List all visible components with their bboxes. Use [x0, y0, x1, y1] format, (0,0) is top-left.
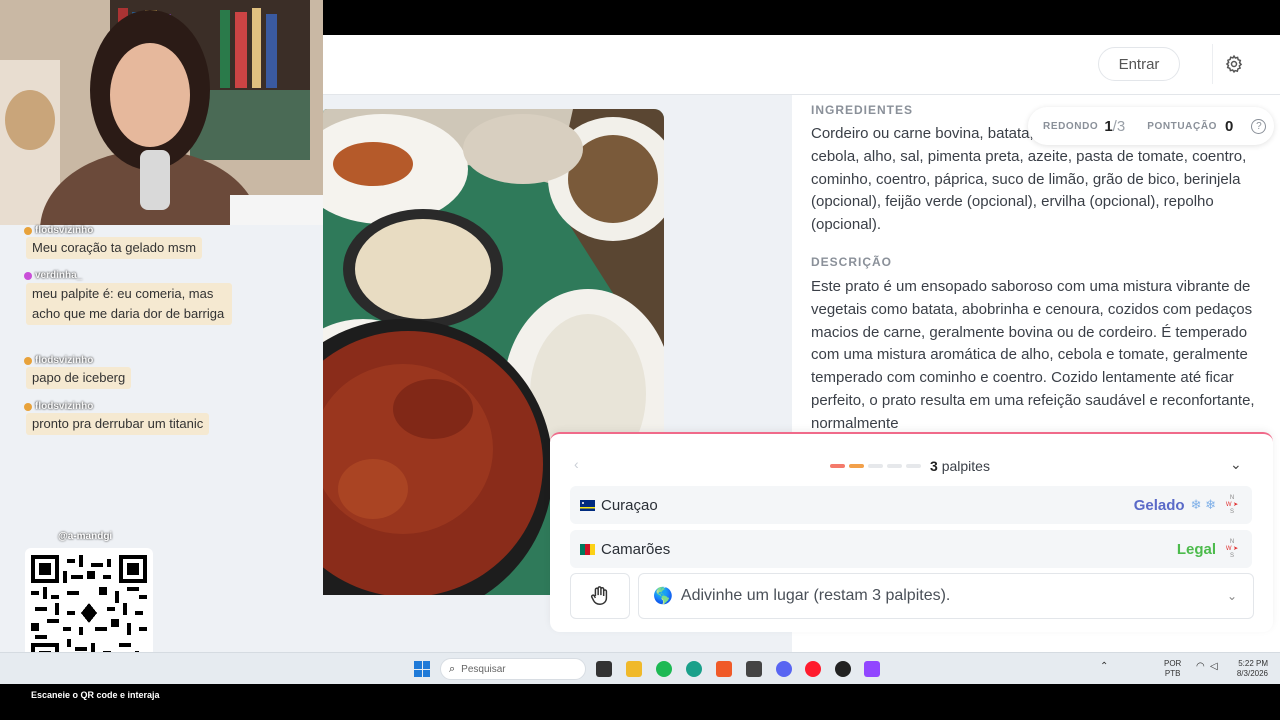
chat-username: flodsvizinho [24, 401, 93, 412]
wifi-icon[interactable]: ◠ [1196, 661, 1205, 672]
chat-message: meu palpite é: eu comeria, mas acho que … [26, 283, 232, 325]
progress-dot [887, 464, 902, 468]
file-explorer-icon[interactable] [626, 661, 642, 677]
description-text: Este prato é um ensopado saboroso com um… [811, 278, 1255, 432]
progress-dot [849, 464, 864, 468]
language-indicator[interactable]: POR PTB [1164, 659, 1181, 679]
streamlabs-icon[interactable] [746, 661, 762, 677]
chat-message: pronto pra derrubar um titanic [26, 413, 210, 435]
guess-country: Camarões [601, 540, 671, 558]
qr-caption: Escaneie o QR code e interaja [31, 690, 160, 700]
points-label: PONTUAÇÃO [1147, 120, 1218, 132]
guess-count: 3 palpites [930, 458, 990, 474]
score-pill: REDONDO 1/3 PONTUAÇÃO 0 ? [1028, 107, 1274, 145]
guess-panel: ‹ 3 palpites ⌄ Curaçao Gelado ❄ ❄ NW ➤ S … [550, 432, 1273, 632]
compass-icon: NW ➤ S [1225, 538, 1239, 559]
search-icon: ⌕ [449, 662, 456, 675]
chat-username: verdinha_ [24, 270, 82, 281]
guess-country: Curaçao [601, 496, 658, 514]
badge-icon [24, 226, 32, 235]
gear-icon [1225, 54, 1242, 74]
flag-cameroon-icon [580, 543, 595, 555]
badge-icon [24, 271, 32, 280]
taskbar-search[interactable]: ⌕ Pesquisar [440, 658, 586, 680]
guess-result: Legal [1176, 540, 1216, 558]
guess-result: Gelado [1133, 496, 1185, 514]
chevron-down-icon[interactable]: ⌄ [1230, 456, 1242, 473]
flag-curacao-icon [580, 499, 595, 511]
badge-icon [24, 356, 32, 365]
progress-dot [868, 464, 883, 468]
windows-start-icon[interactable] [414, 661, 430, 677]
ingredients-title: INGREDIENTES [811, 103, 914, 117]
chevron-down-icon[interactable]: ⌄ [1227, 589, 1237, 603]
description-title: DESCRIÇÃO [811, 255, 893, 269]
edge-icon[interactable] [686, 661, 702, 677]
chat-message: papo de iceberg [26, 367, 132, 389]
compass-icon: NW ➤ S [1225, 494, 1239, 515]
chat-username: flodsvizinho [24, 355, 93, 366]
bottom-black-band [0, 684, 1280, 720]
discord-icon[interactable] [776, 661, 792, 677]
spotify-icon[interactable] [656, 661, 672, 677]
guess-progress-dots [830, 464, 921, 468]
hand-icon [591, 586, 608, 605]
guess-input[interactable]: 🌎 Adivinhe um lugar (restam 3 palpites).… [638, 573, 1254, 619]
guess-row: Curaçao Gelado ❄ ❄ NW ➤ S [570, 486, 1252, 524]
round-label: REDONDO [1043, 120, 1099, 132]
chat-message: Meu coração ta gelado msm [26, 237, 203, 259]
progress-dot [830, 464, 845, 468]
webcam-overlay [0, 0, 323, 225]
opera-icon[interactable] [805, 661, 821, 677]
guess-row: Camarões Legal NW ➤ S [570, 530, 1252, 568]
twitch-icon[interactable] [864, 661, 880, 677]
task-view-icon[interactable] [596, 661, 612, 677]
brave-icon[interactable] [716, 661, 732, 677]
snowflake-icon: ❄ ❄ [1190, 497, 1216, 512]
help-icon[interactable]: ? [1251, 118, 1267, 134]
app-icon[interactable] [835, 661, 851, 677]
chevron-left-icon[interactable]: ‹ [574, 456, 579, 472]
chat-username: flodsvizinho [24, 225, 93, 236]
chevron-up-icon[interactable]: ⌃ [1100, 661, 1108, 672]
points-value: 0 [1225, 117, 1234, 135]
round-value: 1/3 [1104, 117, 1126, 135]
login-button[interactable]: Entrar [1098, 47, 1180, 81]
hint-button[interactable] [570, 573, 630, 619]
guess-input-placeholder: Adivinhe um lugar (restam 3 palpites). [680, 587, 951, 604]
windows-taskbar: ⌕ Pesquisar ⌃ POR PTB ◠ ◁ 5:22 PM 8/3/2026 [0, 652, 1280, 684]
badge-icon [24, 402, 32, 411]
progress-dot [906, 464, 921, 468]
settings-button[interactable] [1212, 44, 1254, 84]
qr-handle: @a-mandgi [58, 531, 113, 542]
clock[interactable]: 5:22 PM 8/3/2026 [1228, 659, 1268, 679]
volume-icon[interactable]: ◁ [1210, 661, 1218, 672]
globe-icon: 🌎 [653, 588, 673, 605]
